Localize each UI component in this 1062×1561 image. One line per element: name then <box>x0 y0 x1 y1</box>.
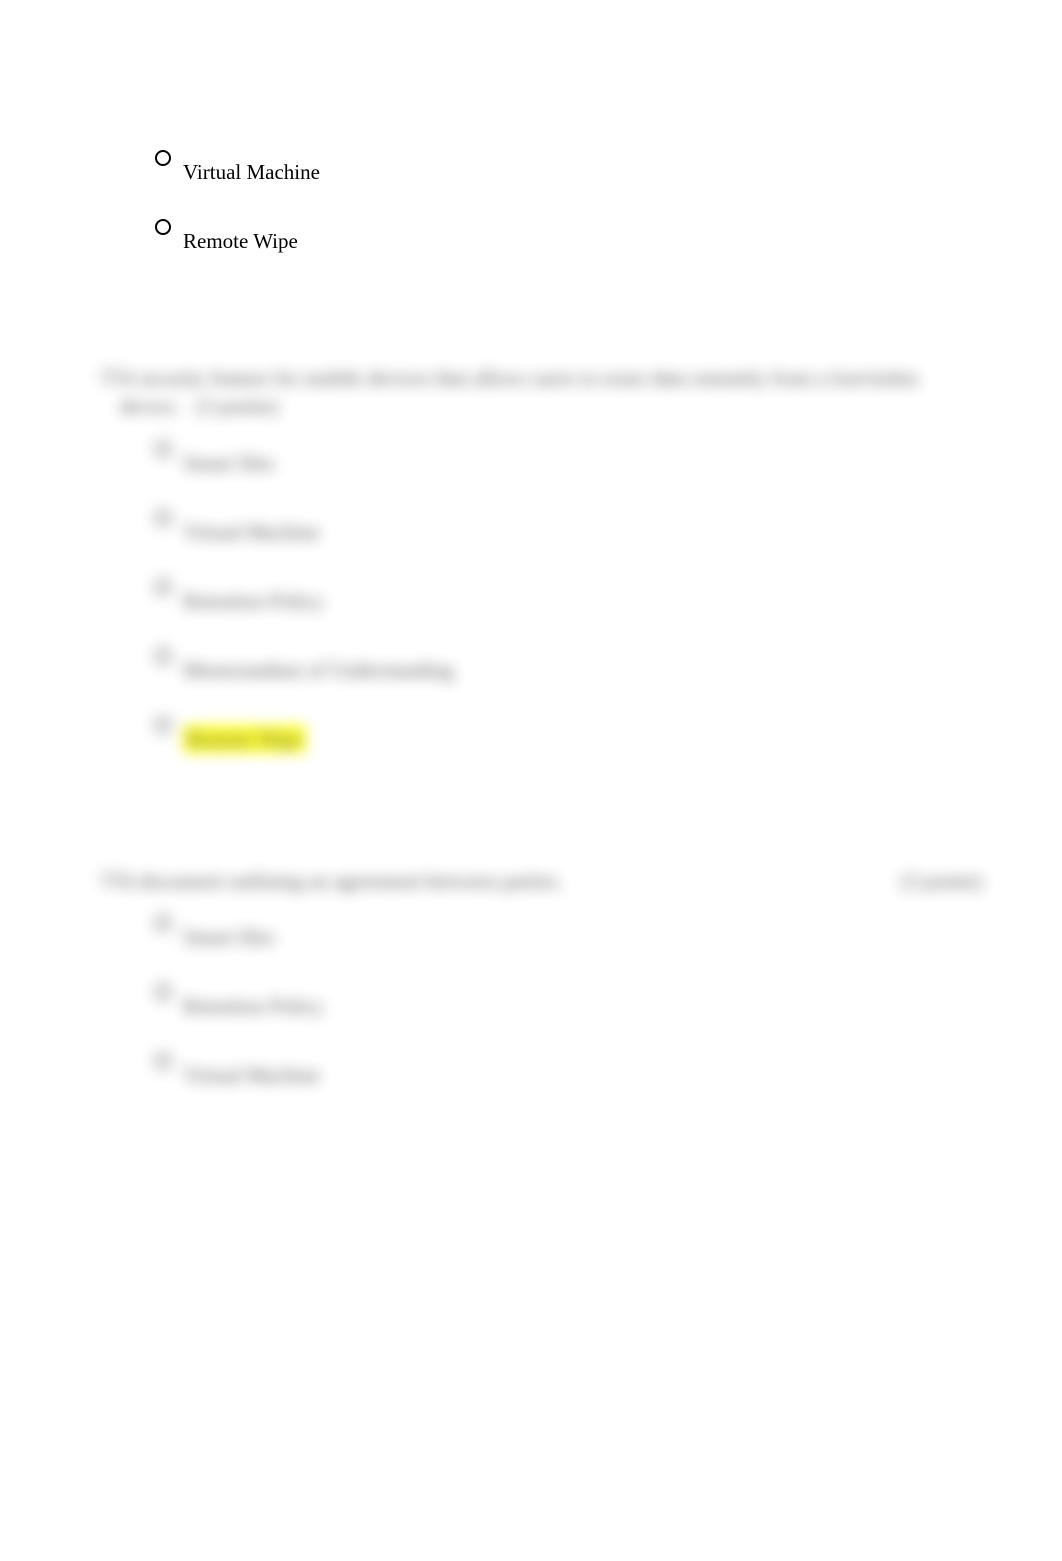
list-item: Smart files <box>155 925 982 950</box>
question-12: 12. A security feature for mobile device… <box>100 364 982 752</box>
option-label: Smart files <box>183 925 275 949</box>
question-prompt: A security feature for mobile devices th… <box>120 364 982 421</box>
question-12-options: Smart files Virtual Machine Retention Po… <box>155 451 982 752</box>
option-label: Smart files <box>183 451 275 475</box>
option-label: Virtual Machine <box>183 160 320 184</box>
question-prompt: A document outlining an agreement betwee… <box>120 867 889 895</box>
question-points: (3 points) <box>901 867 982 895</box>
question-13: 13. A document outlining an agreement be… <box>100 867 982 1088</box>
list-item: Memorandum of Understanding <box>155 658 982 683</box>
option-label: Remote Wipe <box>183 229 298 253</box>
list-item: Virtual Machine <box>155 1063 982 1088</box>
option-label: Retention Policy <box>183 589 324 613</box>
option-label: Retention Policy <box>183 994 324 1018</box>
list-item: Virtual Machine <box>155 160 982 185</box>
prev-question-options: Virtual Machine Remote Wipe <box>155 160 982 254</box>
question-13-options: Smart files Retention Policy Virtual Mac… <box>155 925 982 1088</box>
option-label: Virtual Machine <box>183 520 320 544</box>
list-item: Remote Wipe <box>155 727 982 752</box>
list-item: Retention Policy <box>155 994 982 1019</box>
question-number: 12. <box>100 364 120 388</box>
list-item: Virtual Machine <box>155 520 982 545</box>
option-label: Virtual Machine <box>183 1063 320 1087</box>
list-item: Retention Policy <box>155 589 982 614</box>
option-label-highlighted: Remote Wipe <box>183 725 306 753</box>
option-label: Memorandum of Understanding <box>183 658 454 682</box>
list-item: Smart files <box>155 451 982 476</box>
question-points: (3 points) <box>197 394 278 418</box>
list-item: Remote Wipe <box>155 229 982 254</box>
question-number: 13. <box>100 867 120 891</box>
